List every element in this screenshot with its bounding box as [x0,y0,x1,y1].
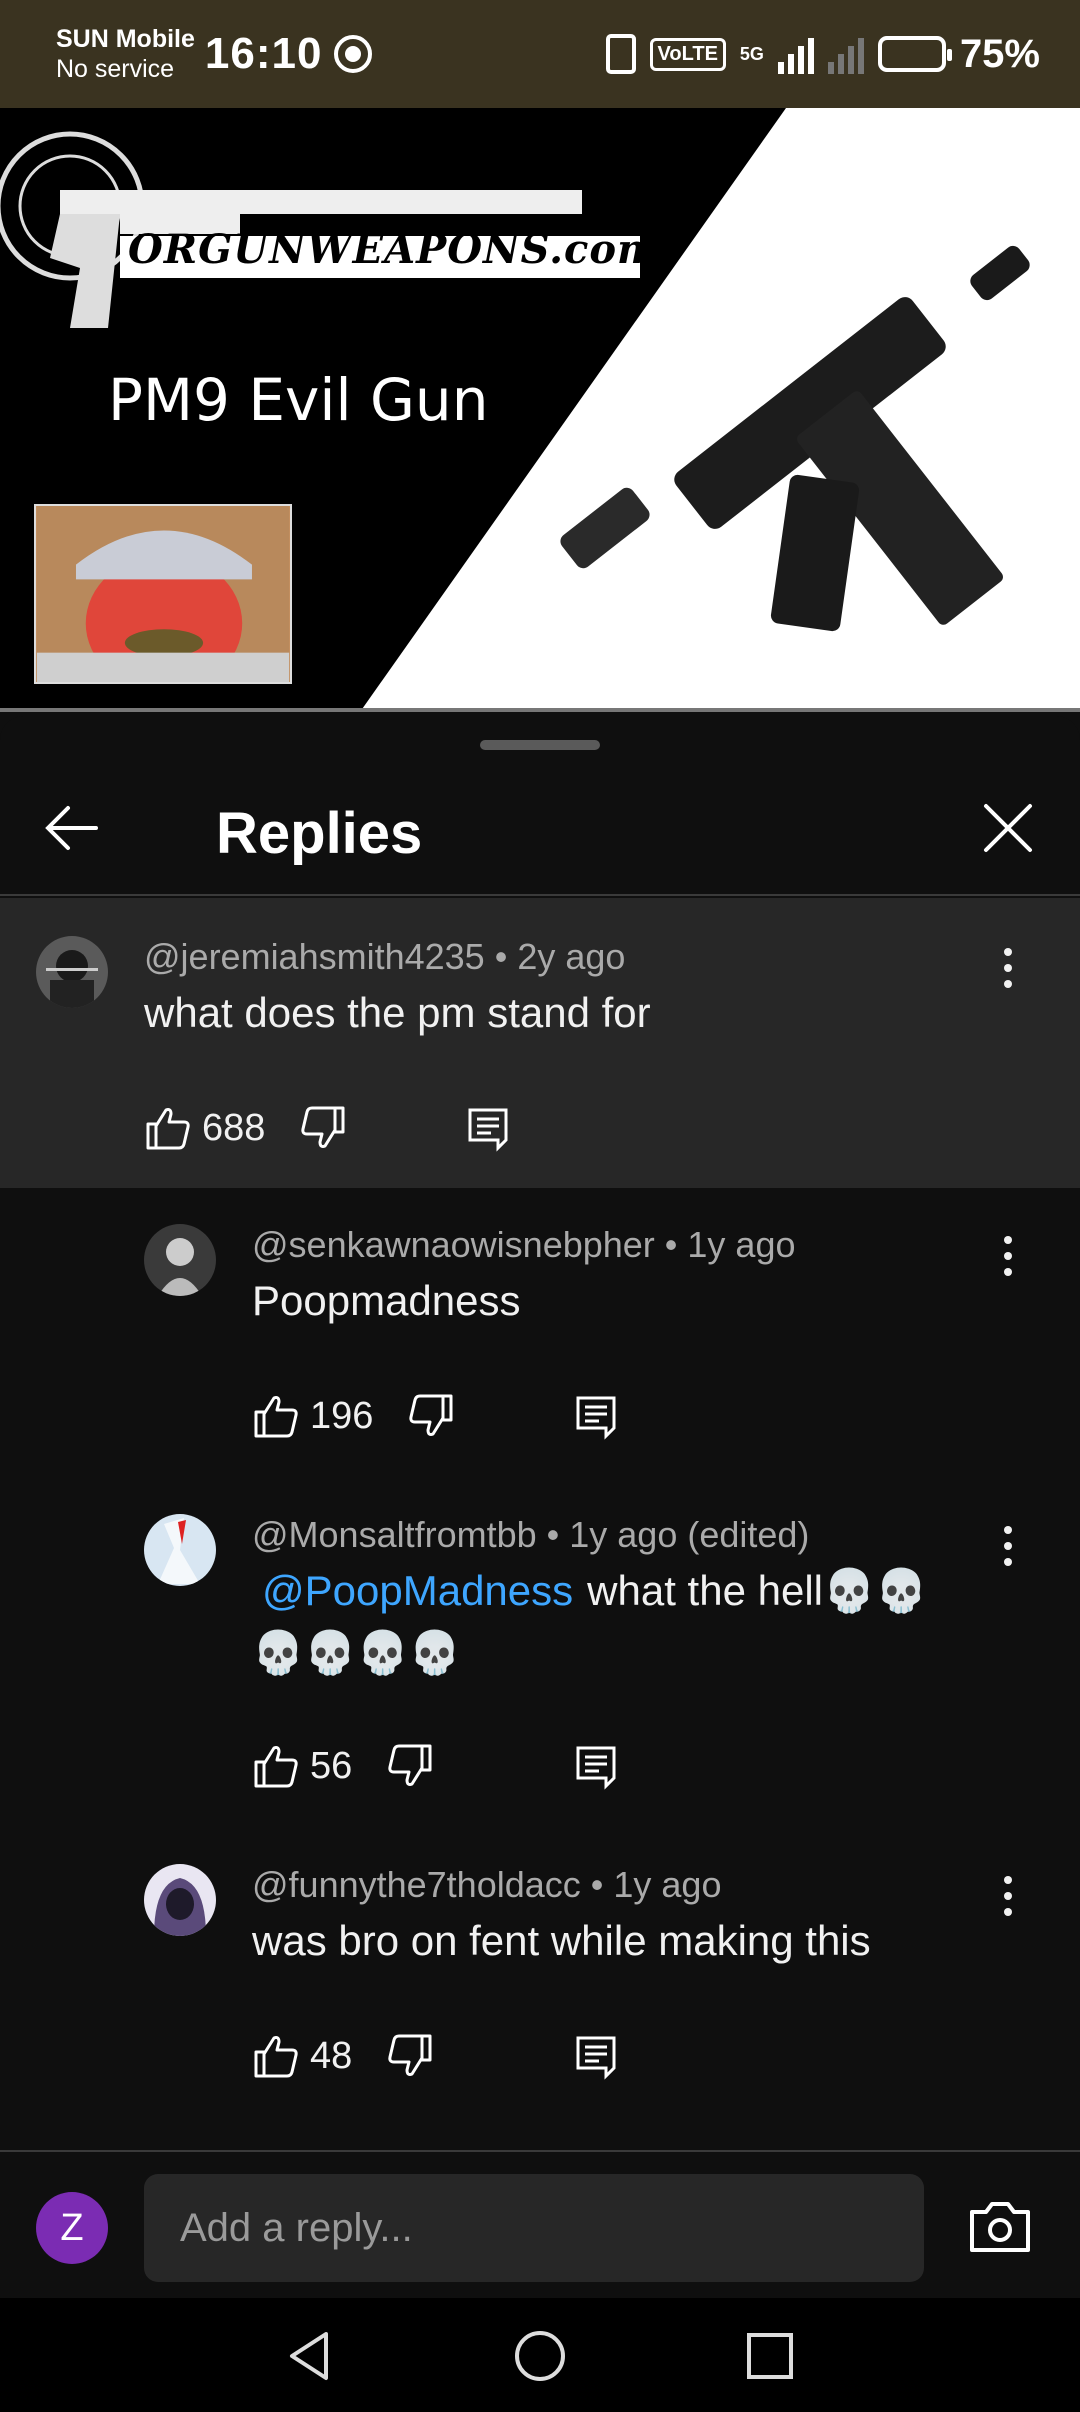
reply-composer: Z [0,2150,1080,2298]
thumbs-up-icon [254,2036,298,2078]
dislike-button[interactable] [407,1392,455,1440]
comment-meta: @Monsaltfromtbb • 1y ago (edited) [252,1514,809,1556]
comment-reply-icon [468,1108,508,1152]
comment-meta: @senkawnaowisnebpher • 1y ago [252,1224,796,1266]
thumbs-up-icon [254,1746,298,1788]
comment-author[interactable]: @Monsaltfromtbb [252,1514,537,1555]
user-avatar[interactable]: Z [36,2192,108,2264]
reply-button[interactable] [464,1104,512,1152]
service-status: No service [56,55,175,83]
comment-author[interactable]: @senkawnaowisnebpher [252,1224,655,1265]
comment-age: 1y ago [687,1224,796,1265]
comment-author[interactable]: @jeremiahsmith4235 [144,936,485,977]
more-options-icon[interactable] [990,938,1026,998]
sheet-header: Replies [0,756,1080,896]
carrier-info: SUN Mobile No service [56,24,195,84]
face-image [34,504,292,684]
comment-meta: @jeremiahsmith4235 • 2y ago [144,936,625,978]
video-player[interactable]: ORGUNWEAPONS.com PM9 Evil Gun [0,108,1080,712]
network-type: 5G [739,44,764,64]
comment-text: was bro on fent while making this [252,1917,871,1964]
comment-meta: @funnythe7tholdacc • 1y ago [252,1864,721,1906]
dislike-button[interactable] [299,1104,347,1152]
reply-button[interactable] [572,1392,620,1440]
carrier-name: SUN Mobile [56,25,195,53]
dislike-button[interactable] [386,2032,434,2080]
comment-reply-icon [576,2036,616,2080]
like-button[interactable]: 688 [144,1104,265,1152]
reply-input[interactable] [144,2174,924,2282]
meta-separator: • [484,936,518,977]
battery-percent: 75% [959,31,1040,76]
comment-actions: 56 [252,1736,616,1796]
volte-badge: VoLTE [649,37,726,71]
comment-age: 1y ago [613,1864,722,1905]
reply-comment: @funnythe7tholdacc • 1y ago was bro on f… [0,1828,1080,2128]
comment-author[interactable]: @funnythe7tholdacc [252,1864,581,1905]
comment-actions: 196 [252,1386,616,1446]
parent-comment: @jeremiahsmith4235 • 2y ago what does th… [0,898,1080,1188]
meta-separator: • [654,1224,688,1265]
status-icons: VoLTE 5G 75% [605,31,1040,77]
nav-back-icon[interactable] [280,2326,340,2386]
avatar[interactable] [144,1514,216,1586]
like-count: 196 [310,1394,374,1437]
nav-home-icon[interactable] [510,2326,570,2386]
more-options-icon[interactable] [990,1516,1026,1576]
reply-button[interactable] [572,1742,620,1790]
comment-age: 2y ago [517,936,626,977]
meta-separator: • [580,1864,614,1905]
comment-reply-icon [576,1746,616,1790]
meta-separator: • [536,1514,570,1555]
drag-handle[interactable] [480,740,600,750]
reply-comment: @senkawnaowisnebpher • 1y ago Poopmadnes… [0,1188,1080,1478]
vibrate-icon [605,34,636,74]
status-bar: SUN Mobile No service 16:10 VoLTE 5G 75% [0,0,1080,108]
like-count: 56 [310,1744,353,1787]
avatar[interactable] [144,1224,216,1296]
screen-record-icon [334,35,373,73]
thumbs-up-icon [146,1108,190,1150]
thumbs-down-icon [301,1106,345,1148]
avatar[interactable] [36,936,108,1008]
battery-icon [877,36,952,72]
close-icon[interactable] [976,796,1040,860]
thumbs-down-icon [388,1744,432,1786]
camera-icon[interactable] [968,2196,1032,2256]
comment-actions: 688 [144,1098,508,1158]
replies-sheet: Replies @jeremiahsmith4235 • 2y ago what… [0,716,1080,2298]
comment-text: what does the pm stand for [144,989,651,1036]
more-options-icon[interactable] [990,1226,1026,1286]
like-button[interactable]: 48 [252,2032,352,2080]
gun-image [560,245,1030,632]
thumbs-up-icon [254,1396,298,1438]
reply-comment: @Monsaltfromtbb • 1y ago (edited) @PoopM… [0,1478,1080,1828]
signal-2-icon [827,34,864,74]
dislike-button[interactable] [386,1742,434,1790]
mention-link[interactable]: @PoopMadness [262,1567,573,1614]
like-button[interactable]: 196 [252,1392,373,1440]
like-count: 48 [310,2034,353,2077]
comment-text: Poopmadness [252,1277,521,1324]
comment-text: @PoopMadness what the hell💀💀💀💀💀💀 [252,1560,972,1684]
more-options-icon[interactable] [990,1866,1026,1926]
nav-recents-icon[interactable] [740,2326,800,2386]
comment-actions: 48 [252,2026,616,2086]
avatar[interactable] [144,1864,216,1936]
navigation-bar [0,2298,1080,2412]
video-progress-bar[interactable] [0,708,1080,712]
comment-reply-icon [576,1396,616,1440]
signal-icon [777,34,814,74]
reply-button[interactable] [572,2032,620,2080]
like-button[interactable]: 56 [252,1742,352,1790]
sheet-title: Replies [216,801,423,866]
comment-age: 1y ago (edited) [569,1514,810,1555]
thumbs-down-icon [409,1394,453,1436]
like-count: 688 [202,1106,266,1149]
thumbs-down-icon [388,2034,432,2076]
status-time: 16:10 [204,29,323,78]
video-title: PM9 Evil Gun [108,366,489,434]
back-arrow-icon[interactable] [40,796,104,860]
